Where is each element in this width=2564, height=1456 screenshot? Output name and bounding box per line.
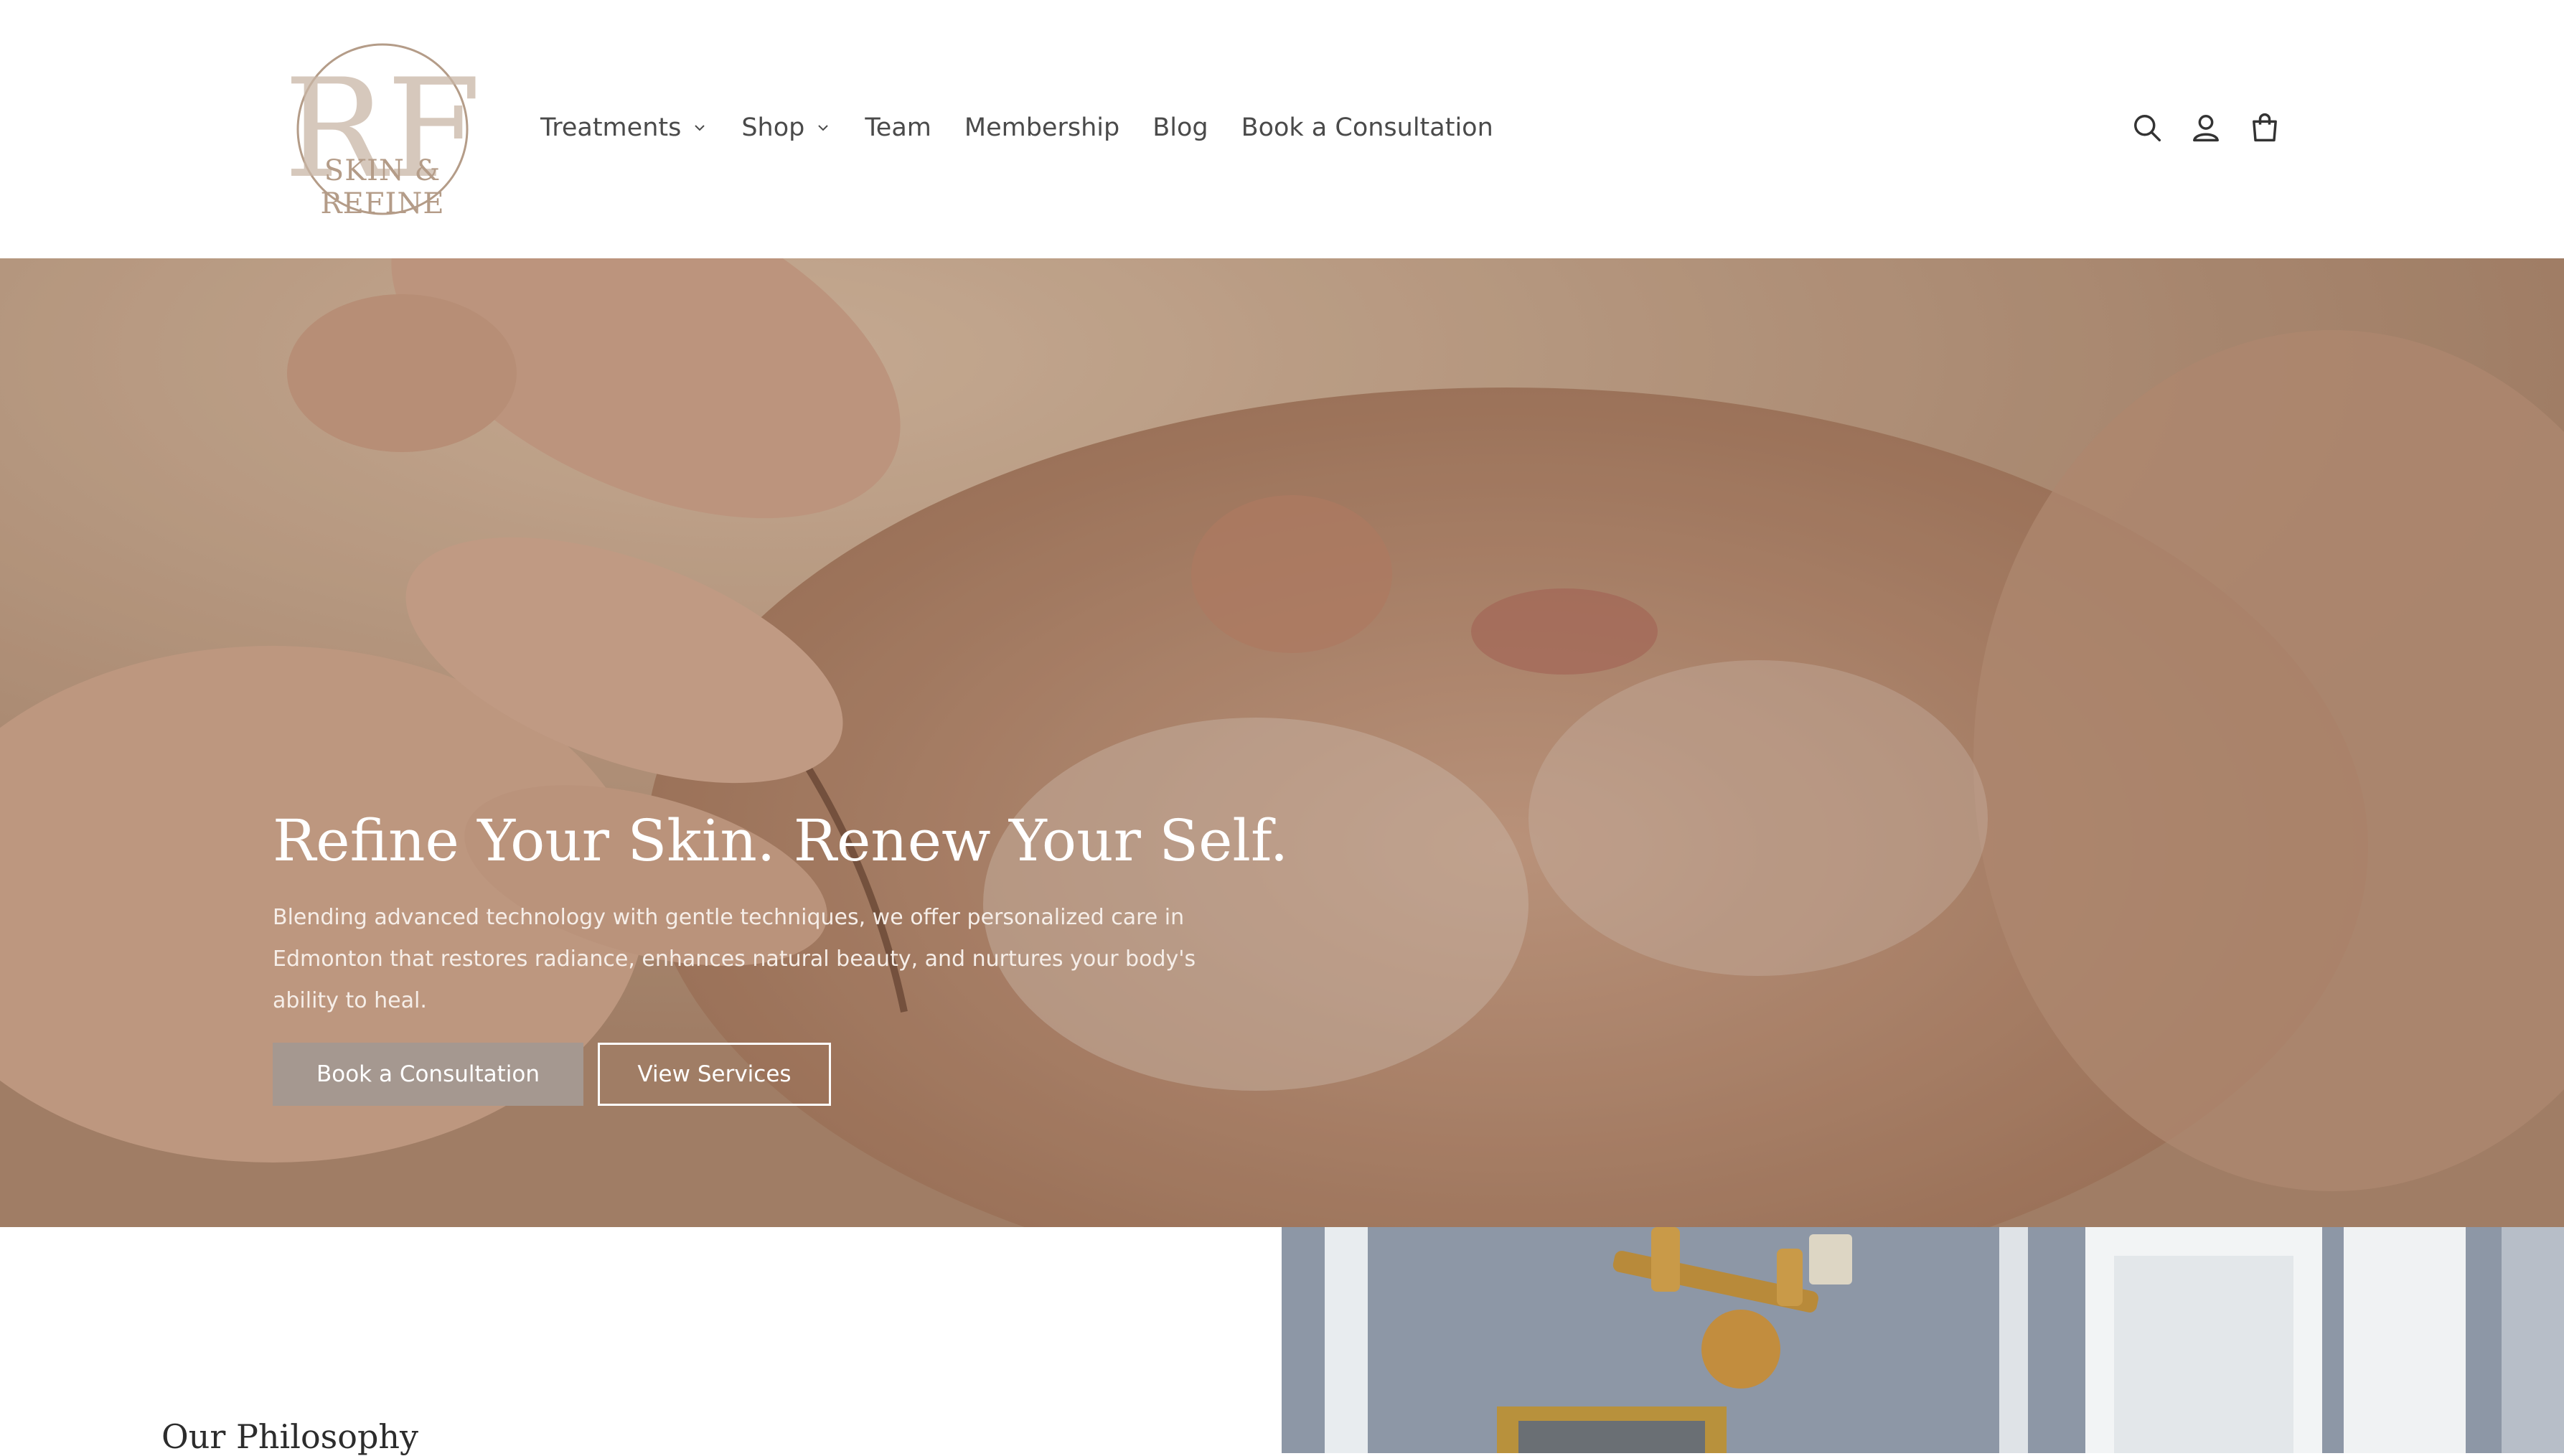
nav-item-label: Team bbox=[865, 113, 931, 142]
account-icon[interactable] bbox=[2187, 109, 2225, 146]
logo-wordmark: SKIN & REFINE bbox=[320, 154, 445, 220]
nav-item-label: Shop bbox=[741, 113, 805, 142]
philosophy-title: Our Philosophy bbox=[161, 1417, 419, 1456]
site-header: RF SKIN & REFINE Treatments Shop Team Me… bbox=[0, 0, 2564, 258]
hero-description: Blending advanced technology with gentle… bbox=[273, 905, 1196, 1013]
philosophy-section: Our Philosophy bbox=[0, 1227, 1282, 1456]
nav-item-label: Book a Consultation bbox=[1241, 113, 1493, 142]
hero-banner: Refine Your Skin. Renew Your Self. Blend… bbox=[0, 258, 2564, 1227]
chevron-down-icon bbox=[695, 125, 705, 131]
chevron-down-icon bbox=[818, 125, 829, 131]
main-nav: Treatments Shop Team Membership Blog Boo… bbox=[540, 106, 1526, 149]
nav-item-label: Blog bbox=[1152, 113, 1208, 142]
clinic-room-illustration bbox=[1282, 1227, 2564, 1453]
nav-item-label: Treatments bbox=[540, 113, 682, 142]
clinic-room-photo bbox=[1282, 1227, 2564, 1453]
cart-icon[interactable] bbox=[2246, 109, 2283, 146]
nav-item-membership[interactable]: Membership bbox=[964, 113, 1119, 142]
book-consultation-button[interactable]: Book a Consultation bbox=[273, 1043, 583, 1106]
view-services-button[interactable]: View Services bbox=[598, 1043, 831, 1106]
search-icon[interactable] bbox=[2128, 109, 2166, 146]
nav-item-blog[interactable]: Blog bbox=[1152, 113, 1208, 142]
nav-item-label: Membership bbox=[964, 113, 1120, 142]
brand-logo[interactable]: RF SKIN & REFINE bbox=[268, 36, 497, 222]
nav-item-treatments[interactable]: Treatments bbox=[540, 113, 708, 142]
hero-title: Refine Your Skin. Renew Your Self. bbox=[273, 807, 1289, 874]
nav-item-book-consultation[interactable]: Book a Consultation bbox=[1241, 113, 1493, 142]
nav-item-shop[interactable]: Shop bbox=[741, 113, 832, 142]
nav-item-team[interactable]: Team bbox=[865, 113, 931, 142]
header-actions bbox=[2128, 109, 2305, 146]
